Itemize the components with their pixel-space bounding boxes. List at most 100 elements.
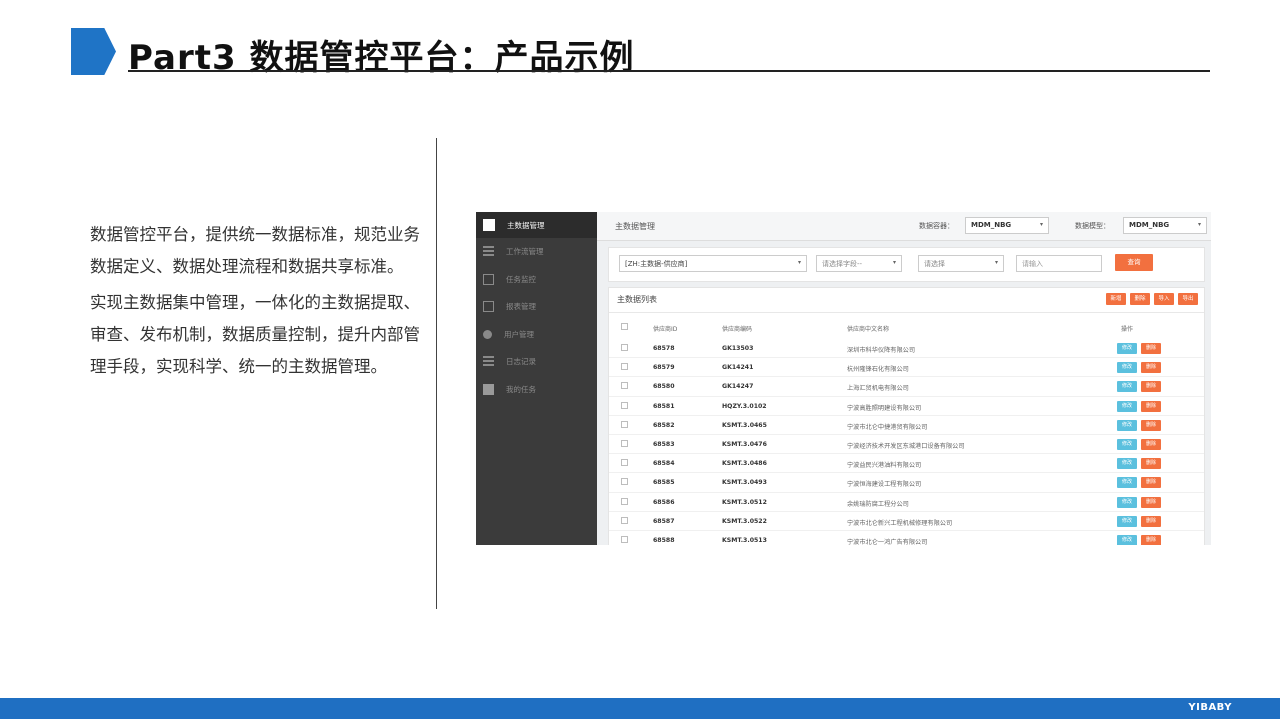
- chevron-down-icon: ▾: [1197, 221, 1201, 228]
- sidebar-item-master-data[interactable]: 主数据管理: [476, 212, 597, 238]
- workflow-icon: [483, 246, 494, 258]
- delete-button[interactable]: 删除: [1141, 534, 1161, 545]
- supplier-name: 宁波高胜照明建设有限公司: [847, 404, 922, 412]
- edit-button[interactable]: 修改: [1117, 400, 1137, 412]
- column-header: 操作: [1121, 326, 1134, 333]
- edit-button[interactable]: 修改: [1117, 477, 1137, 489]
- row-checkbox[interactable]: [621, 363, 628, 371]
- field-select[interactable]: 请选择字段-- ▾: [816, 255, 902, 272]
- brand-logo: YIBABY: [1188, 702, 1232, 713]
- delete-button[interactable]: 删除: [1141, 343, 1161, 354]
- supplier-code: KSMT.3.0465: [722, 421, 767, 429]
- title-underline: [128, 70, 1210, 72]
- edit-button[interactable]: 修改: [1117, 496, 1137, 508]
- edit-button[interactable]: 修改: [1117, 458, 1137, 470]
- edit-button[interactable]: 修改: [1117, 343, 1137, 354]
- supplier-code: KSMT.3.0512: [722, 498, 767, 506]
- add-button[interactable]: 新增: [1106, 293, 1126, 305]
- row-checkbox[interactable]: [621, 382, 628, 390]
- table-body: 68578 GK13503 深圳市科华仪降有限公司 修改 删除 68579 GK14241 杭…: [609, 339, 1204, 545]
- query-button[interactable]: 查询: [1115, 254, 1153, 271]
- model-select[interactable]: MDM_NBG ▾: [1123, 217, 1207, 234]
- operator-select[interactable]: 请选择 ▾: [918, 255, 1004, 272]
- select-all-checkbox[interactable]: [621, 323, 628, 330]
- table-row: 68588 KSMT.3.0513 宁波市北仑一鸿广告有限公司 修改 删除: [609, 531, 1204, 545]
- edit-button[interactable]: 修改: [1117, 515, 1137, 527]
- value-input[interactable]: 请输入: [1016, 255, 1102, 272]
- entity-select[interactable]: [ZH:主数据-供应商] ▾: [619, 255, 807, 272]
- delete-button[interactable]: 删除: [1141, 458, 1161, 470]
- sidebar: 主数据管理 工作流管理 任务监控 报表管理 用户管理 日志记录 我的任务: [476, 212, 597, 545]
- supplier-code: HQZY.3.0102: [722, 402, 767, 410]
- row-checkbox[interactable]: [621, 497, 628, 505]
- chevron-down-icon: ▾: [797, 259, 801, 266]
- monitor-icon: [483, 273, 494, 285]
- supplier-name: 上海汇贸机电有限公司: [847, 385, 909, 393]
- delete-button[interactable]: 删除: [1141, 381, 1161, 393]
- supplier-code: KSMT.3.0513: [722, 536, 767, 544]
- edit-button[interactable]: 修改: [1117, 362, 1137, 374]
- row-checkbox[interactable]: [621, 420, 628, 428]
- vertical-divider: [436, 138, 437, 609]
- sidebar-item-monitor[interactable]: 任务监控: [476, 266, 597, 294]
- supplier-code: KSMT.3.0522: [722, 517, 767, 525]
- import-button[interactable]: 导入: [1154, 293, 1174, 305]
- delete-button[interactable]: 删除: [1141, 477, 1161, 489]
- divider: [609, 312, 1204, 313]
- sidebar-item-label: 我的任务: [506, 384, 536, 394]
- delete-button[interactable]: 删除: [1141, 400, 1161, 412]
- supplier-code: KSMT.3.0476: [722, 440, 767, 448]
- report-icon: [483, 301, 494, 313]
- row-checkbox[interactable]: [621, 478, 628, 486]
- chevron-down-icon: ▾: [994, 259, 998, 266]
- row-checkbox[interactable]: [621, 439, 628, 447]
- delete-button[interactable]: 删除: [1141, 515, 1161, 527]
- row-checkbox[interactable]: [621, 401, 628, 409]
- sidebar-item-label: 任务监控: [506, 274, 536, 284]
- column-header: 供应商编码: [722, 326, 753, 333]
- delete-button[interactable]: 删除: [1141, 362, 1161, 374]
- supplier-id: 68580: [653, 383, 675, 391]
- supplier-id: 68586: [653, 498, 675, 506]
- sidebar-item-logs[interactable]: 日志记录: [476, 348, 597, 376]
- list-actions: 新增 删除 导入 导出: [1106, 293, 1198, 305]
- supplier-id: 68581: [653, 402, 675, 410]
- product-screenshot: 主数据管理 工作流管理 任务监控 报表管理 用户管理 日志记录 我的任务 主数据…: [476, 212, 1211, 545]
- sidebar-item-users[interactable]: 用户管理: [476, 321, 597, 349]
- delete-button[interactable]: 删除: [1141, 419, 1161, 431]
- model-label: 数据模型：: [1075, 222, 1110, 230]
- breadcrumb: 主数据管理: [615, 222, 655, 231]
- delete-button[interactable]: 删除: [1141, 496, 1161, 508]
- sidebar-item-workflow[interactable]: 工作流管理: [476, 238, 597, 266]
- intro-paragraph-1: 数据管控平台，提供统一数据标准，规范业务数据定义、数据处理流程和数据共享标准。: [90, 225, 420, 276]
- row-checkbox[interactable]: [621, 516, 628, 524]
- intro-paragraph-2: 实现主数据集中管理，一体化的主数据提取、 审查、发布机制，数据质量控制，提升内部…: [90, 293, 420, 376]
- sidebar-item-label: 日志记录: [506, 357, 536, 367]
- edit-button[interactable]: 修改: [1117, 534, 1137, 545]
- edit-button[interactable]: 修改: [1117, 438, 1137, 450]
- table-row: 68580 GK14247 上海汇贸机电有限公司 修改 删除: [609, 377, 1204, 397]
- supplier-code: GK14247: [722, 383, 754, 391]
- row-checkbox[interactable]: [621, 344, 628, 351]
- sidebar-item-tasks[interactable]: 我的任务: [476, 376, 597, 404]
- chevron-down-icon: ▾: [892, 259, 896, 266]
- row-checkbox[interactable]: [621, 535, 628, 543]
- supplier-id: 68578: [653, 345, 675, 352]
- row-checkbox[interactable]: [621, 459, 628, 467]
- title-arrow-icon: [71, 28, 116, 75]
- list-title: 主数据列表: [617, 295, 657, 304]
- sidebar-item-reports[interactable]: 报表管理: [476, 293, 597, 321]
- supplier-name: 宁波益民兴港油料有限公司: [847, 462, 922, 470]
- container-select[interactable]: MDM_NBG ▾: [965, 217, 1049, 234]
- intro-text: 数据管控平台，提供统一数据标准，规范业务数据定义、数据处理流程和数据共享标准。 …: [90, 219, 420, 387]
- sidebar-item-label: 用户管理: [504, 329, 534, 339]
- edit-button[interactable]: 修改: [1117, 419, 1137, 431]
- supplier-name: 深圳市科华仪降有限公司: [847, 347, 916, 354]
- delete-button[interactable]: 删除: [1141, 438, 1161, 450]
- table-header: 供应商ID 供应商编码 供应商中文名称 操作: [609, 322, 1204, 336]
- export-button[interactable]: 导出: [1178, 293, 1198, 305]
- delete-selected-button[interactable]: 删除: [1130, 293, 1150, 305]
- table-row: 68587 KSMT.3.0522 宁波市北仑新兴工程机械修理有限公司 修改 删除: [609, 512, 1204, 531]
- supplier-id: 68587: [653, 517, 675, 525]
- edit-button[interactable]: 修改: [1117, 381, 1137, 393]
